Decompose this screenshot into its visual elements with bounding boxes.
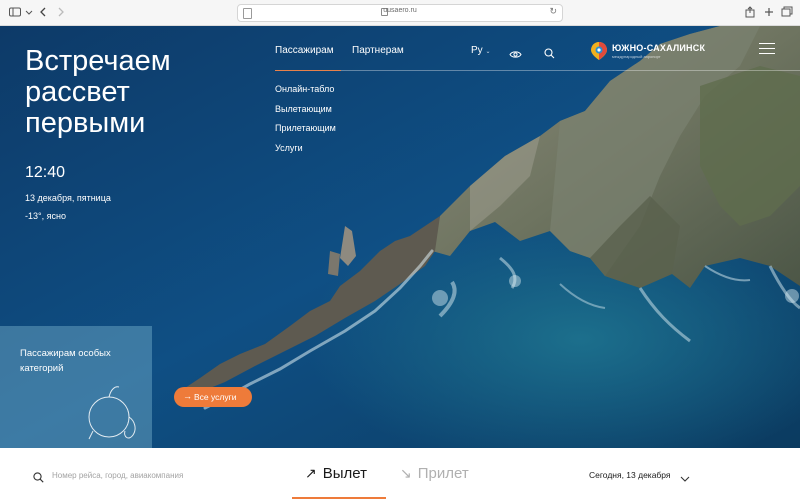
tab-passengers[interactable]: Пассажирам — [275, 45, 334, 56]
all-services-button[interactable]: → Все услуги — [174, 387, 252, 407]
hero-section: Встречаем рассвет первыми 12:40 13 декаб… — [0, 26, 800, 448]
tab-arrivals[interactable]: ↘ Прилет — [400, 465, 469, 482]
eye-icon[interactable] — [509, 46, 522, 64]
address-bar[interactable]: uusaero.ru ↻ — [237, 4, 563, 22]
weather-info: -13°, ясно — [25, 211, 66, 221]
language-label: Ру — [471, 45, 483, 56]
new-tab-icon[interactable] — [762, 5, 776, 19]
stroller-illustration-icon — [88, 386, 136, 440]
departures-label: Вылет — [322, 465, 367, 482]
submenu-item-arriving[interactable]: Прилетающим — [275, 123, 336, 143]
search-icon[interactable] — [544, 46, 555, 64]
chevron-down-icon[interactable] — [680, 470, 690, 488]
local-date: 13 декабря, пятница — [25, 193, 111, 203]
browser-toolbar: uusaero.ru ↻ — [0, 0, 800, 26]
url-text: uusaero.ru — [383, 7, 417, 14]
local-time: 12:40 — [25, 164, 66, 181]
arrow-down-right-icon: ↘ — [400, 465, 412, 481]
reload-icon[interactable]: ↻ — [549, 6, 557, 17]
logo-title[interactable]: ЮЖНО-САХАЛИНСК — [612, 43, 705, 53]
flight-search-input[interactable] — [52, 468, 252, 482]
date-selector[interactable]: Сегодня, 13 декабря — [589, 470, 671, 480]
menu-icon[interactable] — [759, 43, 775, 55]
tab-departures[interactable]: ↗ Вылет — [305, 465, 367, 482]
arrow-up-right-icon: ↗ — [305, 465, 317, 481]
search-icon — [33, 470, 44, 488]
active-tab-indicator — [275, 70, 341, 71]
submenu-item-services[interactable]: Услуги — [275, 143, 336, 163]
back-icon[interactable] — [36, 5, 50, 19]
special-passengers-card[interactable]: Пассажирам особых категорий — [0, 326, 152, 448]
all-services-label: Все услуги — [194, 392, 237, 402]
arrow-right-icon: → — [183, 391, 192, 401]
hero-title: Встречаем рассвет первыми — [25, 45, 171, 139]
nav-divider — [275, 70, 800, 71]
sidebar-icon[interactable] — [8, 5, 22, 19]
special-passengers-title: Пассажирам особых категорий — [20, 348, 111, 374]
submenu-item-online-board[interactable]: Онлайн-табло — [275, 84, 336, 104]
arrivals-label: Прилет — [417, 465, 469, 482]
airport-logo-icon[interactable] — [590, 41, 608, 66]
passengers-submenu: Онлайн-табло Вылетающим Прилетающим Услу… — [275, 84, 336, 162]
submenu-item-departing[interactable]: Вылетающим — [275, 104, 336, 124]
flight-search-bar: ↗ Вылет ↘ Прилет Сегодня, 13 декабря — [0, 448, 800, 500]
chevron-down-icon[interactable] — [22, 5, 36, 19]
share-icon[interactable] — [743, 5, 757, 19]
forward-icon[interactable] — [54, 5, 68, 19]
active-tab-indicator — [292, 497, 386, 499]
tabs-icon[interactable] — [780, 5, 794, 19]
language-selector[interactable]: Ру ⌄ — [471, 45, 490, 56]
chevron-down-icon: ⌄ — [485, 49, 491, 55]
tab-partners[interactable]: Партнерам — [352, 45, 404, 56]
logo-subtitle: международный аэропорт — [612, 54, 661, 59]
